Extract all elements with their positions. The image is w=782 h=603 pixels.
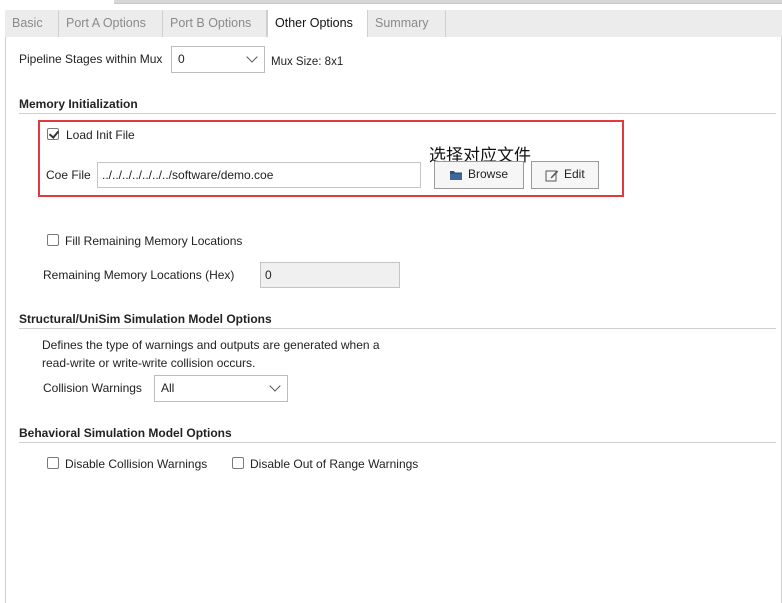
- behavioral-options-title: Behavioral Simulation Model Options: [19, 426, 232, 440]
- pipeline-stages-value: 0: [178, 52, 185, 66]
- pipeline-stages-select[interactable]: 0: [171, 46, 265, 73]
- chevron-down-icon: [246, 51, 258, 63]
- remaining-memory-input[interactable]: 0: [260, 262, 400, 288]
- disable-out-of-range-checkbox[interactable]: [232, 457, 244, 469]
- section-divider: [19, 442, 776, 443]
- collision-warnings-value: All: [161, 381, 175, 395]
- collision-description-line1: Defines the type of warnings and outputs…: [42, 338, 380, 352]
- tab-summary[interactable]: Summary: [368, 10, 446, 37]
- coe-file-label: Coe File: [46, 168, 91, 182]
- tab-bar: Basic Port A Options Port B Options Othe…: [5, 10, 782, 38]
- browse-label: Browse: [468, 167, 509, 181]
- memory-initialization-title: Memory Initialization: [19, 97, 138, 111]
- disable-collision-label: Disable Collision Warnings: [65, 457, 208, 471]
- chevron-down-icon: [269, 380, 281, 392]
- edit-icon: [545, 170, 559, 182]
- tab-port-a-options[interactable]: Port A Options: [59, 10, 163, 37]
- structural-options-title: Structural/UniSim Simulation Model Optio…: [19, 312, 272, 326]
- remaining-memory-label: Remaining Memory Locations (Hex): [43, 268, 235, 282]
- tab-basic[interactable]: Basic: [5, 10, 59, 37]
- tab-port-b-options[interactable]: Port B Options: [163, 10, 267, 37]
- section-divider: [19, 328, 776, 329]
- pipeline-stages-label: Pipeline Stages within Mux: [19, 52, 163, 66]
- disable-out-of-range-label: Disable Out of Range Warnings: [250, 457, 419, 471]
- collision-warnings-label: Collision Warnings: [43, 381, 142, 395]
- tab-other-options[interactable]: Other Options: [267, 10, 368, 38]
- browse-button[interactable]: Browse: [434, 161, 524, 189]
- disable-collision-checkbox[interactable]: [47, 457, 59, 469]
- edit-button[interactable]: Edit: [531, 161, 599, 189]
- section-divider: [19, 113, 776, 114]
- load-init-file-checkbox[interactable]: [47, 128, 59, 140]
- coe-file-input[interactable]: ../../../../../../../software/demo.coe: [97, 162, 421, 188]
- mux-size-label: Mux Size: 8x1: [271, 56, 344, 68]
- folder-icon: [450, 171, 462, 180]
- collision-description-line2: read-write or write-write collision occu…: [42, 356, 256, 370]
- load-init-file-label: Load Init File: [66, 128, 135, 142]
- fill-remaining-checkbox[interactable]: [47, 234, 59, 246]
- collision-warnings-select[interactable]: All: [154, 375, 288, 402]
- window-top-strip: [114, 0, 782, 4]
- fill-remaining-label: Fill Remaining Memory Locations: [65, 234, 243, 248]
- edit-label: Edit: [564, 167, 585, 181]
